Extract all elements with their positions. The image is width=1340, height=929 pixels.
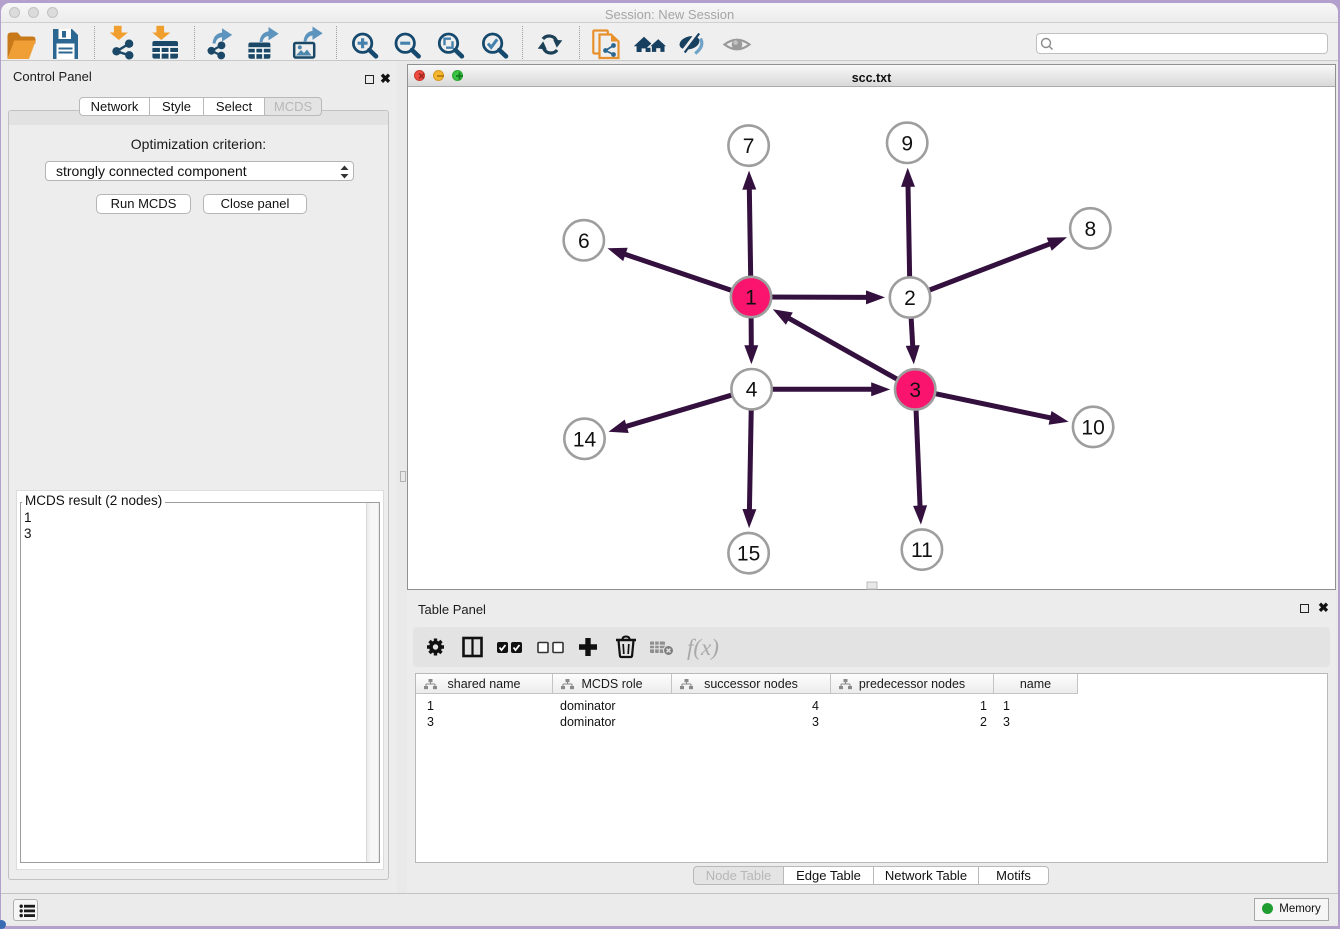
svg-text:f(x): f(x)	[687, 635, 719, 660]
svg-text:4: 4	[746, 379, 758, 402]
svg-text:10: 10	[1081, 416, 1104, 439]
svg-text:11: 11	[911, 539, 933, 562]
svg-text:14: 14	[573, 428, 597, 451]
svg-text:7: 7	[743, 135, 755, 158]
svg-text:9: 9	[901, 132, 913, 155]
svg-text:3: 3	[909, 379, 921, 402]
svg-text:8: 8	[1084, 218, 1096, 241]
svg-text:2: 2	[904, 287, 916, 310]
svg-text:1: 1	[745, 287, 757, 310]
svg-text:6: 6	[578, 230, 590, 253]
svg-text:15: 15	[737, 543, 760, 566]
